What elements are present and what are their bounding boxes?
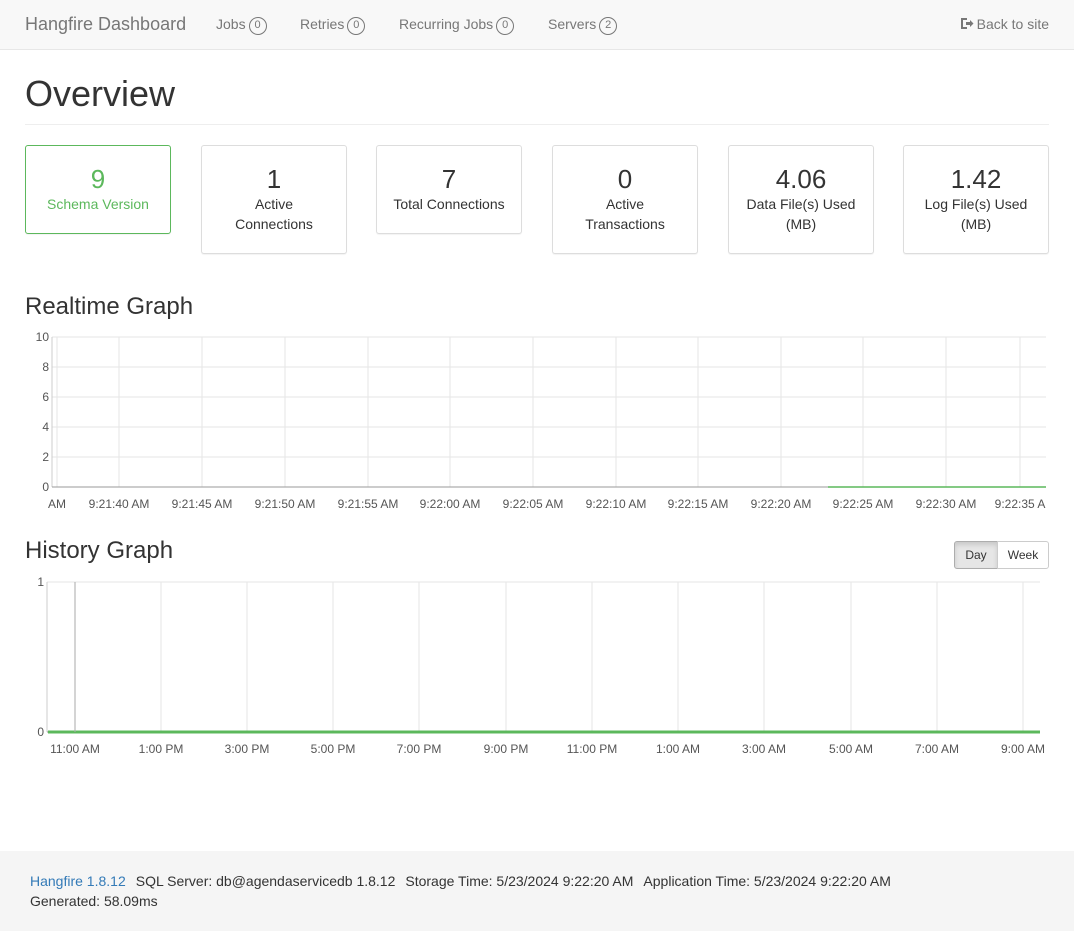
nav-item-label: Servers	[548, 16, 597, 32]
realtime-x-tick-label: AM	[48, 497, 66, 511]
history-x-tick-label: 3:00 PM	[225, 742, 270, 756]
realtime-x-tick-label: 9:22:00 AM	[420, 497, 481, 511]
back-to-site-link[interactable]: Back to site	[960, 16, 1049, 32]
history-x-tick-label: 7:00 AM	[915, 742, 959, 756]
sign-out-icon	[960, 18, 974, 29]
metric-schema-version: 9 Schema Version	[25, 145, 171, 234]
history-x-tick-label: 5:00 AM	[829, 742, 873, 756]
nav-item-recurring-jobs[interactable]: Recurring Jobs 0	[399, 16, 515, 35]
metric-value: 9	[90, 164, 106, 194]
history-x-tick-label: 7:00 PM	[397, 742, 442, 756]
metric-label: Log File(s) Used (MB)	[924, 196, 1028, 232]
footer: Hangfire 1.8.12 SQL Server: db@agendaserv…	[0, 851, 1074, 931]
history-y-tick-label: 0	[37, 725, 44, 739]
realtime-x-tick-label: 9:21:45 AM	[172, 497, 233, 511]
realtime-chart: 10 8 6 4 2 0 AM 9:21:40 AM 9:21:45 AM 9:21:50 AM 9…	[36, 330, 1046, 511]
nav-item-servers[interactable]: Servers 2	[548, 16, 618, 35]
count-badge: 2	[599, 17, 618, 35]
history-x-tick-label: 9:00 PM	[484, 742, 529, 756]
metric-log-files-used: 1.42 Log File(s) Used (MB)	[903, 145, 1049, 254]
metric-active-connections: 1 Active Connections	[201, 145, 347, 254]
metric-total-connections: 7 Total Connections	[376, 145, 522, 234]
week-button[interactable]: Week	[997, 541, 1049, 569]
history-x-tick-label: 11:00 PM	[567, 742, 617, 756]
history-graph-title: History Graph	[25, 537, 174, 564]
history-x-tick-label: 11:00 AM	[50, 742, 100, 756]
realtime-x-tick-label: 9:21:40 AM	[89, 497, 150, 511]
application-time: Application Time: 5/23/2024 9:22:20 AM	[643, 873, 891, 889]
history-x-tick-label: 9:00 AM	[1001, 742, 1045, 756]
day-button[interactable]: Day	[954, 541, 998, 569]
top-navbar: Hangfire Dashboard Jobs 0 Retries 0 Recurr…	[0, 0, 1074, 50]
sql-server-info: SQL Server: db@agendaservicedb 1.8.12	[135, 873, 396, 889]
metric-label: Total Connections	[393, 196, 505, 212]
count-badge: 0	[248, 17, 267, 35]
realtime-x-tick-label: 9:22:35 A	[995, 497, 1046, 511]
realtime-x-tick-label: 9:21:50 AM	[255, 497, 316, 511]
nav-item-label: Retries	[300, 16, 345, 32]
history-x-tick-label: 5:00 PM	[311, 742, 356, 756]
realtime-y-tick-label: 8	[42, 360, 49, 374]
realtime-y-tick-label: 0	[42, 480, 49, 494]
nav-item-jobs[interactable]: Jobs 0	[216, 16, 267, 35]
history-x-tick-label: 1:00 AM	[656, 742, 700, 756]
metric-value: 1	[266, 164, 282, 194]
realtime-x-tick-label: 9:22:10 AM	[586, 497, 647, 511]
count-badge: 0	[496, 17, 515, 35]
history-x-tick-label: 1:00 PM	[139, 742, 184, 756]
realtime-y-tick-label: 4	[42, 420, 49, 434]
metric-label: Active Transactions	[585, 196, 665, 232]
nav-item-label: Recurring Jobs	[399, 16, 494, 32]
metric-active-transactions: 0 Active Transactions	[552, 145, 698, 254]
metric-label: Schema Version	[47, 196, 149, 212]
realtime-x-tick-label: 9:22:05 AM	[503, 497, 564, 511]
metric-value: 4.06	[775, 164, 827, 194]
charts-layer: 1086420AM 9:21:40 AM 9:21:45 AM 9:21:50 AM 9…	[36, 330, 1046, 756]
nav-item-label: Jobs	[216, 16, 246, 32]
metric-value: 7	[441, 164, 457, 194]
realtime-x-tick-label: 9:22:25 AM	[833, 497, 894, 511]
realtime-x-tick-label: 9:21:55 AM	[338, 497, 399, 511]
metric-data-files-used: 4.06 Data File(s) Used (MB)	[728, 145, 874, 254]
metric-label: Data File(s) Used (MB)	[746, 196, 856, 232]
count-badge: 0	[347, 17, 366, 35]
realtime-x-tick-label: 9:22:20 AM	[751, 497, 812, 511]
nav-item-retries[interactable]: Retries 0	[300, 16, 366, 35]
generated-time: Generated: 58.09ms	[30, 893, 158, 909]
realtime-x-tick-label: 9:22:15 AM	[668, 497, 729, 511]
brand-link[interactable]: Hangfire Dashboard	[25, 14, 186, 35]
storage-time: Storage Time: 5/23/2024 9:22:20 AM	[405, 873, 634, 889]
realtime-graph-title: Realtime Graph	[25, 293, 194, 320]
back-to-site-label: Back to site	[976, 16, 1049, 32]
page-title: Overview	[25, 73, 176, 114]
realtime-y-tick-label: 6	[42, 390, 49, 404]
history-y-tick-label: 1	[37, 575, 44, 589]
title-divider	[25, 124, 1049, 125]
metric-value: 0	[617, 164, 633, 194]
realtime-y-tick-label: 2	[42, 450, 49, 464]
metric-value: 1.42	[950, 164, 1002, 194]
history-x-tick-label: 3:00 AM	[742, 742, 786, 756]
realtime-y-tick-label: 10	[36, 330, 50, 344]
metric-label: Active Connections	[235, 196, 313, 232]
hangfire-version-link[interactable]: Hangfire 1.8.12	[30, 873, 126, 889]
realtime-x-tick-label: 9:22:30 AM	[916, 497, 977, 511]
history-chart: 1 0 11:00 AM 1:00 PM 3:00 PM 5:00 PM 7:00 PM 9:…	[37, 575, 1045, 756]
